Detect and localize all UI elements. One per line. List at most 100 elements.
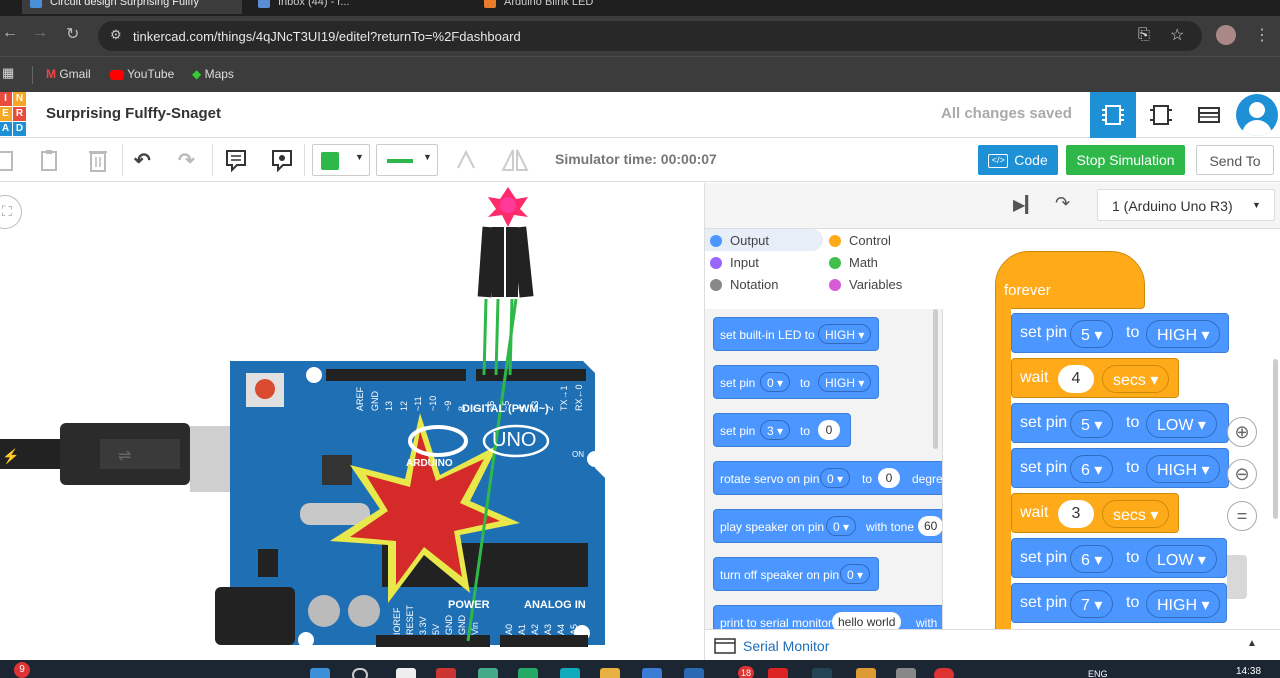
url-text[interactable]: tinkercad.com/things/4qJNcT3UI19/editel?… [133, 29, 521, 44]
code-button[interactable]: </> Code [978, 145, 1058, 175]
number-input[interactable]: 60 [918, 516, 942, 536]
number-input[interactable]: 0 [878, 468, 900, 488]
script-block-set-pin[interactable]: set pin 5 ▾ to HIGH ▾ [1011, 313, 1229, 353]
category-output[interactable]: Output [710, 233, 769, 248]
zoom-out-button[interactable]: ⊖ [1227, 459, 1257, 489]
palette-block-print-serial[interactable]: print to serial monitor hello world with [713, 605, 942, 629]
palette-scrollbar[interactable] [933, 309, 938, 449]
code-workspace[interactable]: forever set pin 5 ▾ to HIGH ▾ wait 4 sec… [943, 229, 1280, 629]
number-input[interactable]: 3 [1058, 500, 1094, 528]
component-list-button[interactable] [1186, 92, 1232, 138]
block-dropdown[interactable]: 0 ▾ [840, 564, 871, 584]
browser-tab[interactable]: Arduino Blink LED [476, 0, 696, 14]
app-icon[interactable] [436, 668, 456, 678]
paste-icon[interactable] [38, 148, 62, 172]
value-dropdown[interactable]: HIGH ▾ [1146, 590, 1221, 618]
chrome-icon[interactable] [934, 668, 954, 678]
bookmark-maps[interactable]: ◆ Maps [192, 67, 234, 81]
circuit-canvas[interactable]: ⛶ ⚡ ⇌ DIGITAL (PWM~) UNO ARDUINO ON POWE… [0, 183, 704, 660]
task-view-icon[interactable] [396, 668, 416, 678]
browser-tab[interactable]: Circuit design Surprising Fulffy [22, 0, 242, 14]
palette-block-play-speaker[interactable]: play speaker on pin 0 ▾ with tone 60 [713, 509, 942, 543]
palette-block-set-pin-value[interactable]: set pin 3 ▾ to 0 [713, 413, 851, 447]
category-math[interactable]: Math [829, 255, 878, 270]
stop-simulation-button[interactable]: Stop Simulation [1066, 145, 1185, 175]
app-icon[interactable] [518, 668, 538, 678]
palette-block-rotate-servo[interactable]: rotate servo on pin 0 ▾ to 0 degre [713, 461, 942, 495]
block-dropdown[interactable]: 0 ▾ [760, 372, 791, 392]
app-icon[interactable] [812, 668, 832, 678]
send-to-button[interactable]: Send To [1196, 145, 1274, 175]
category-input[interactable]: Input [710, 255, 759, 270]
file-explorer-icon[interactable] [600, 668, 620, 678]
pin-dropdown[interactable]: 5 ▾ [1070, 320, 1114, 348]
design-title[interactable]: Surprising Fulffy-Snaget [46, 105, 221, 122]
app-icon[interactable] [478, 668, 498, 678]
profile-avatar[interactable] [1216, 25, 1236, 45]
undo-icon[interactable]: ↶ [134, 148, 151, 173]
category-control[interactable]: Control [829, 233, 891, 248]
browser-menu-icon[interactable]: ⋮ [1254, 25, 1270, 45]
script-block-wait[interactable]: wait 4 secs ▾ [1011, 358, 1179, 398]
category-notation[interactable]: Notation [710, 277, 778, 292]
app-icon[interactable] [896, 668, 916, 678]
rotate-icon[interactable] [454, 148, 478, 172]
palette-block-set-pin[interactable]: set pin 0 ▾ to HIGH ▾ [713, 365, 879, 399]
search-icon[interactable] [352, 668, 368, 678]
pin-dropdown[interactable]: 6 ▾ [1070, 545, 1114, 573]
address-bar[interactable]: ⚙ tinkercad.com/things/4qJNcT3UI19/edite… [98, 21, 1202, 51]
tinkercad-logo[interactable]: I N E R A D [0, 92, 28, 136]
trash-can-icon[interactable] [1227, 555, 1247, 599]
script-block-set-pin[interactable]: set pin 7 ▾ to HIGH ▾ [1011, 583, 1227, 623]
wire-type-picker[interactable]: ▼ [376, 144, 438, 176]
flip-icon[interactable] [500, 146, 530, 174]
value-dropdown[interactable]: HIGH ▾ [1146, 455, 1221, 483]
block-dropdown[interactable]: 3 ▾ [760, 420, 791, 440]
script-block-set-pin[interactable]: set pin 6 ▾ to LOW ▾ [1011, 538, 1227, 578]
serial-monitor-bar[interactable]: Serial Monitor ▲ [705, 629, 1280, 660]
circuit-view-button[interactable] [1090, 92, 1136, 138]
copy-icon[interactable] [0, 148, 18, 172]
palette-block-set-builtin-led[interactable]: set built-in LED to HIGH ▾ [713, 317, 879, 351]
block-dropdown[interactable]: HIGH ▾ [818, 372, 872, 392]
install-app-icon[interactable]: ⎘ [1138, 26, 1150, 43]
unit-dropdown[interactable]: secs ▾ [1102, 500, 1170, 528]
notes-icon[interactable] [224, 148, 248, 172]
number-input[interactable]: 0 [818, 420, 840, 440]
pin-dropdown[interactable]: 5 ▾ [1070, 410, 1114, 438]
site-settings-icon[interactable]: ⚙ [110, 27, 122, 43]
bookmark-gmail[interactable]: M Gmail [46, 67, 91, 81]
app-icon[interactable] [768, 668, 788, 678]
back-arrow-icon[interactable]: ← [2, 24, 18, 42]
delete-trash-icon[interactable] [86, 147, 110, 173]
notes-visibility-icon[interactable] [270, 148, 294, 172]
start-icon[interactable] [310, 668, 330, 678]
pin-dropdown[interactable]: 6 ▾ [1070, 455, 1114, 483]
value-dropdown[interactable]: LOW ▾ [1146, 410, 1217, 438]
redo-icon[interactable]: ↷ [178, 148, 195, 173]
category-variables[interactable]: Variables [829, 277, 902, 292]
script-block-wait[interactable]: wait 3 secs ▾ [1011, 493, 1179, 533]
device-select[interactable]: 1 (Arduino Uno R3) ▼ [1097, 189, 1275, 221]
workspace-scrollbar[interactable] [1273, 359, 1278, 519]
reload-icon[interactable]: ↻ [66, 24, 79, 44]
block-dropdown[interactable]: HIGH ▾ [818, 324, 872, 344]
number-input[interactable]: 4 [1058, 365, 1094, 393]
app-icon[interactable] [856, 668, 876, 678]
step-icon[interactable]: ▶▎ [1013, 195, 1038, 215]
app-icon[interactable] [684, 668, 704, 678]
zoom-in-button[interactable]: ⊕ [1227, 417, 1257, 447]
clock[interactable]: 14:38 [1236, 666, 1261, 677]
value-dropdown[interactable]: HIGH ▾ [1146, 320, 1221, 348]
edge-icon[interactable] [560, 668, 580, 678]
script-block-set-pin[interactable]: set pin 6 ▾ to HIGH ▾ [1011, 448, 1229, 488]
block-dropdown[interactable]: 0 ▾ [820, 468, 851, 488]
language-indicator[interactable]: ENG [1088, 669, 1108, 678]
chevron-up-icon[interactable]: ▲ [1247, 638, 1257, 649]
palette-block-turn-off-speaker[interactable]: turn off speaker on pin 0 ▾ [713, 557, 879, 591]
text-input[interactable]: hello world [832, 612, 902, 629]
block-dropdown[interactable]: 0 ▾ [826, 516, 857, 536]
schematic-view-button[interactable] [1138, 92, 1184, 138]
bookmark-youtube[interactable]: YouTube [110, 67, 174, 81]
pin-dropdown[interactable]: 7 ▾ [1070, 590, 1114, 618]
